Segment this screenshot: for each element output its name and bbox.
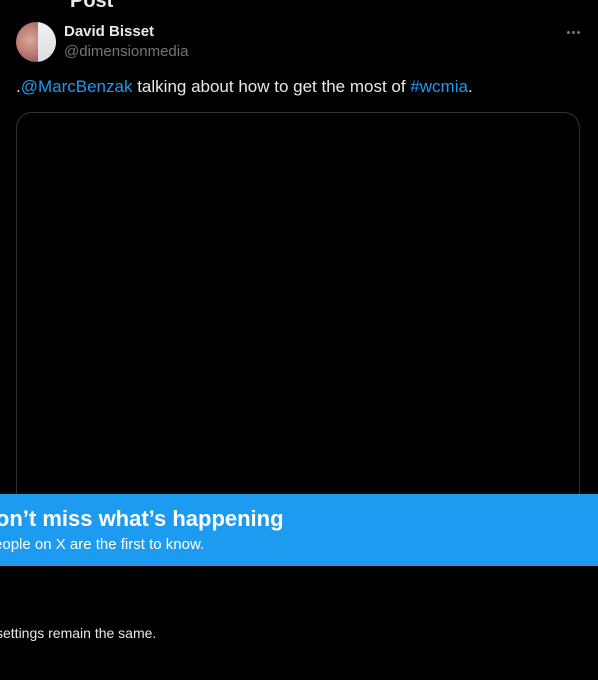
post-text-suffix: . [467, 77, 473, 96]
author-name[interactable]: David Bisset [64, 23, 154, 40]
page-header-title: Post [70, 0, 114, 12]
hashtag-link[interactable]: #wcmia [410, 77, 468, 96]
mention-link[interactable]: @MarcBenzak [21, 77, 133, 96]
author-handle[interactable]: @dimensionmedia [64, 43, 188, 60]
signup-banner: Don’t miss what’s happening People on X … [0, 494, 598, 566]
post-text-middle: talking about how to get the most of [132, 77, 411, 96]
post-text: . @MarcBenzak talking about how to get th… [16, 77, 473, 97]
footer-note: settings remain the same. [0, 625, 157, 641]
banner-title: Don’t miss what’s happening [0, 506, 284, 531]
more-options-icon[interactable] [560, 22, 586, 42]
banner-subtitle: People on X are the first to know. [0, 536, 205, 553]
media-video[interactable] [16, 112, 580, 512]
avatar[interactable] [16, 22, 56, 62]
